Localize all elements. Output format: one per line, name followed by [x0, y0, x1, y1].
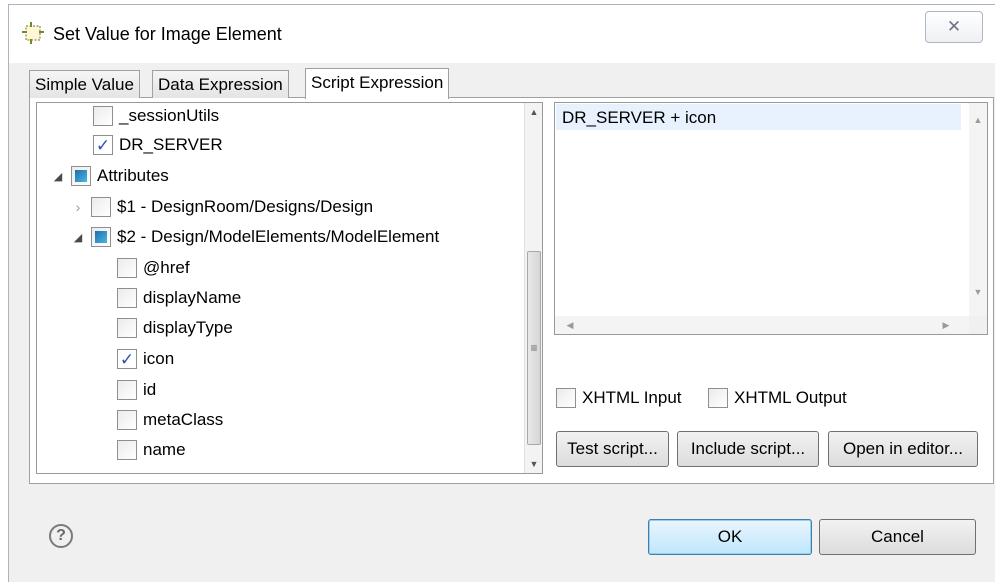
tree-item-label: Attributes [97, 166, 169, 185]
xhtml-input-checkbox[interactable] [556, 388, 576, 408]
tree-item-metaclass[interactable]: metaClass [117, 407, 223, 433]
tree-checkbox[interactable] [117, 258, 137, 278]
tree-item-label: DR_SERVER [119, 135, 223, 154]
scroll-thumb[interactable]: ≡ [527, 251, 541, 445]
tree-checkbox[interactable] [91, 227, 111, 247]
expand-open-icon[interactable]: ◢ [71, 230, 85, 244]
window-title: Set Value for Image Element [53, 24, 282, 44]
script-editor[interactable]: DR_SERVER + icon ▲ ▼ ◀ ▶ [554, 102, 988, 335]
tree-item-label: @href [143, 258, 190, 277]
tree-item-icon[interactable]: ✓ icon [117, 346, 174, 372]
scroll-up-icon[interactable]: ▲ [969, 111, 987, 129]
tree-checkbox[interactable] [71, 166, 91, 186]
partial-check-icon [75, 170, 87, 182]
xhtml-input-label: XHTML Input [582, 388, 682, 407]
tree-item-label: displayName [143, 288, 242, 307]
title-bar: Set Value for Image Element ✕ [9, 5, 995, 63]
image-element-icon [22, 22, 44, 44]
scroll-up-icon[interactable]: ▲ [525, 103, 542, 121]
expand-open-icon[interactable]: ◢ [51, 169, 65, 183]
tree-item-label: $1 - DesignRoom/Designs/Design [117, 197, 374, 216]
tree-item-name[interactable]: name [117, 437, 186, 463]
tree-item-attributes[interactable]: ◢ Attributes [51, 163, 169, 189]
variable-tree: _sessionUtils ✓ DR_SERVER ◢ Attributes › $1 - … [36, 102, 543, 474]
expand-closed-icon[interactable]: › [71, 199, 85, 215]
script-text[interactable]: DR_SERVER + icon [556, 104, 961, 130]
scroll-left-icon[interactable]: ◀ [561, 316, 579, 334]
tab-content: _sessionUtils ✓ DR_SERVER ◢ Attributes › $1 - … [29, 98, 994, 484]
tree-item-label: $2 - Design/ModelElements/ModelElement [117, 227, 440, 246]
tree-checkbox[interactable] [117, 410, 137, 430]
partial-check-icon [95, 231, 107, 243]
tree-checkbox[interactable] [91, 197, 111, 217]
tab-simple-value[interactable]: Simple Value [29, 70, 140, 98]
tree-item-modelelement[interactable]: ◢ $2 - Design/ModelElements/ModelElement [71, 224, 439, 250]
dialog: Set Value for Image Element ✕ Simple Val… [8, 4, 995, 582]
grip-icon: ≡ [530, 341, 538, 355]
tree-vertical-scrollbar[interactable]: ▲ ≡ ▼ [524, 103, 542, 473]
tree-item-label: metaClass [143, 410, 224, 429]
xhtml-output-checkbox[interactable] [708, 388, 728, 408]
tree-checkbox[interactable] [117, 288, 137, 308]
tree-checkbox[interactable]: ✓ [93, 135, 113, 155]
tree-item-label: id [143, 380, 157, 399]
xhtml-input-option[interactable]: XHTML Input [556, 388, 682, 408]
tree-item-id[interactable]: id [117, 377, 156, 403]
cancel-button[interactable]: Cancel [819, 519, 976, 555]
tree-item-displayname[interactable]: displayName [117, 285, 241, 311]
tree-item-label: name [143, 440, 186, 459]
scroll-down-icon[interactable]: ▼ [969, 283, 987, 301]
xhtml-output-label: XHTML Output [734, 388, 847, 407]
tab-script-expression[interactable]: Script Expression [305, 68, 450, 99]
tab-bar: Simple Value Data Expression Script Expr… [29, 68, 994, 99]
close-icon: ✕ [946, 17, 962, 36]
tree-item-label: _sessionUtils [119, 106, 220, 125]
ok-button[interactable]: OK [648, 519, 812, 555]
tree-checkbox[interactable]: ✓ [117, 349, 137, 369]
tree-checkbox[interactable] [117, 440, 137, 460]
tree-item-dr-server[interactable]: ✓ DR_SERVER [93, 132, 223, 158]
tree-item-label: displayType [143, 318, 233, 337]
tree-item-sessionutils[interactable]: _sessionUtils [93, 103, 219, 129]
help-icon[interactable]: ? [49, 524, 73, 548]
script-horizontal-scrollbar[interactable]: ◀ ▶ [555, 316, 969, 334]
close-button[interactable]: ✕ [925, 11, 983, 43]
tab-data-expression[interactable]: Data Expression [152, 70, 289, 98]
tree-item-label: icon [143, 349, 175, 368]
tree-checkbox[interactable] [117, 380, 137, 400]
script-vertical-scrollbar[interactable]: ▲ ▼ [969, 103, 987, 317]
scroll-corner [969, 316, 987, 334]
checkmark-icon: ✓ [119, 349, 135, 369]
tree-item-design[interactable]: › $1 - DesignRoom/Designs/Design [71, 194, 373, 220]
xhtml-output-option[interactable]: XHTML Output [708, 388, 847, 408]
test-script-button[interactable]: Test script... [556, 431, 669, 467]
tree-checkbox[interactable] [93, 106, 113, 126]
tree-checkbox[interactable] [117, 318, 137, 338]
include-script-button[interactable]: Include script... [677, 431, 819, 467]
open-in-editor-button[interactable]: Open in editor... [828, 431, 978, 467]
tree-item-href[interactable]: @href [117, 255, 190, 281]
scroll-down-icon[interactable]: ▼ [525, 455, 542, 473]
checkmark-icon: ✓ [95, 135, 111, 155]
tree-item-displaytype[interactable]: displayType [117, 315, 233, 341]
scroll-right-icon[interactable]: ▶ [937, 316, 955, 334]
